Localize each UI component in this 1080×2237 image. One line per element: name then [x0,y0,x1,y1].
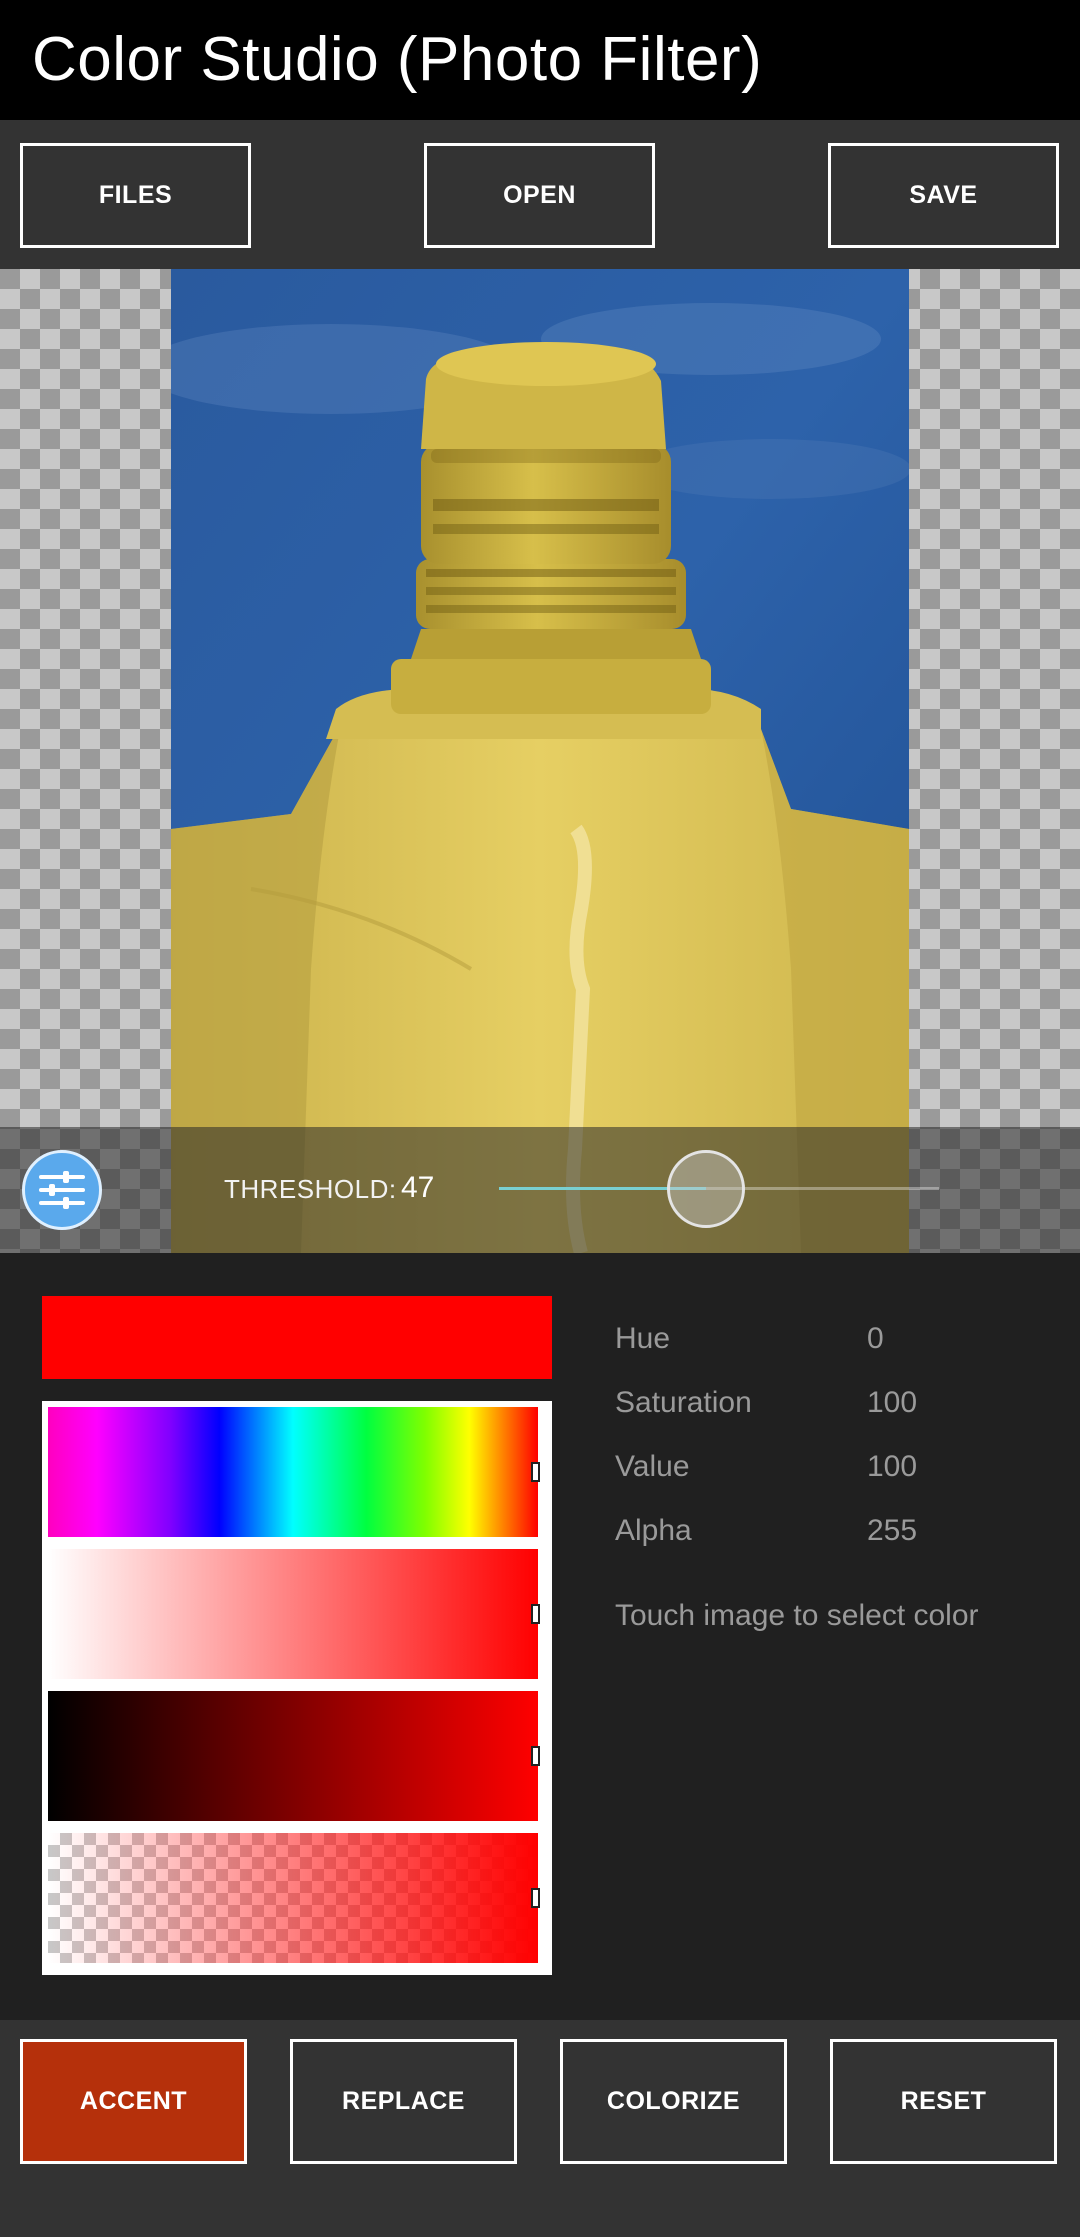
touch-hint: Touch image to select color [615,1599,979,1632]
value-marker[interactable] [531,1746,540,1766]
value-label: Value [615,1450,690,1483]
accent-button[interactable]: ACCENT [20,2039,247,2164]
top-toolbar: FILES OPEN SAVE [0,120,1080,269]
threshold-label: THRESHOLD: [224,1174,397,1204]
saturation-marker[interactable] [531,1604,540,1624]
save-button[interactable]: SAVE [828,143,1059,248]
app-title: Color Studio (Photo Filter) [32,25,763,94]
replace-button[interactable]: REPLACE [290,2039,517,2164]
photo-image [171,269,909,1253]
photo[interactable] [171,269,909,1253]
alpha-marker[interactable] [531,1888,540,1908]
threshold-slider-thumb[interactable] [666,1150,745,1228]
hue-value: 0 [867,1322,884,1355]
hue-bar[interactable] [48,1407,540,1537]
value-bar[interactable] [48,1691,540,1821]
threshold-value: 47 [401,1171,435,1204]
title-bar: Color Studio (Photo Filter) [0,0,1080,120]
threshold-bar [0,1127,1080,1253]
open-button[interactable]: OPEN [424,143,655,248]
saturation-value: 100 [867,1386,918,1419]
reset-button[interactable]: RESET [830,2039,1057,2164]
alpha-label: Alpha [615,1514,692,1547]
hue-marker[interactable] [531,1462,540,1482]
saturation-bar[interactable] [48,1549,540,1679]
value-value: 100 [867,1450,918,1483]
files-button[interactable]: FILES [20,143,251,248]
color-bars [42,1401,552,1975]
alpha-value: 255 [867,1514,918,1547]
image-canvas[interactable] [0,269,1080,1253]
hue-label: Hue [615,1322,671,1355]
colorize-button[interactable]: COLORIZE [560,2039,787,2164]
selected-color-swatch [42,1296,552,1379]
saturation-label: Saturation [615,1386,752,1419]
sliders-icon[interactable] [22,1150,102,1230]
alpha-bar[interactable] [48,1833,540,1963]
